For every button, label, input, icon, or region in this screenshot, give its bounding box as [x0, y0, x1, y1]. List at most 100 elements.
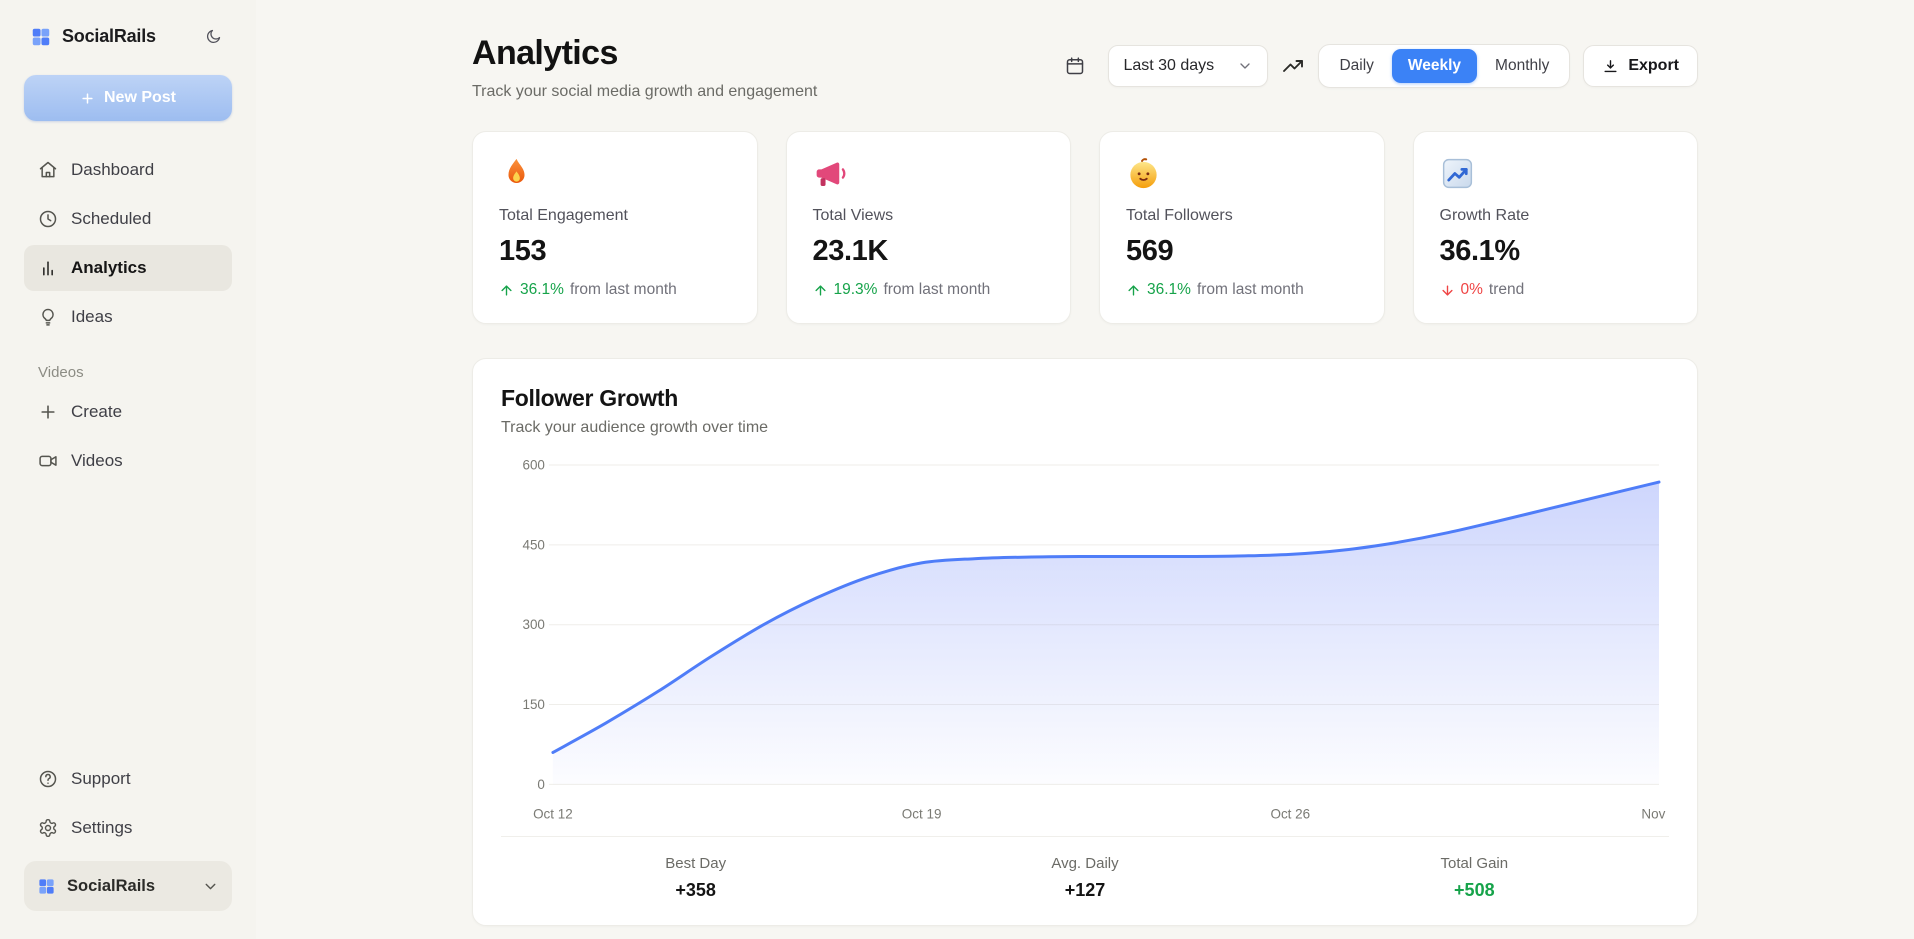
new-post-label: New Post: [104, 89, 176, 107]
plus-icon: [38, 402, 58, 422]
date-range-value: Last 30 days: [1123, 57, 1214, 75]
stat-delta: 36.1% from last month: [499, 281, 731, 299]
calendar-button[interactable]: [1055, 46, 1095, 86]
chevron-down-icon: [1237, 58, 1253, 74]
chart-summary: Best Day +358 Avg. Daily +127 Total Gain…: [501, 836, 1669, 901]
summary-value: +358: [501, 880, 890, 901]
page-title: Analytics: [472, 34, 817, 73]
summary-label: Total Gain: [1280, 855, 1669, 872]
stat-delta: 0% trend: [1440, 281, 1672, 299]
sidebar: SocialRails New Post Dashboard Scheduled…: [0, 0, 256, 939]
svg-text:600: 600: [522, 457, 544, 472]
export-button[interactable]: Export: [1583, 45, 1698, 87]
svg-text:Nov 2: Nov 2: [1641, 806, 1669, 821]
follower-growth-chart[interactable]: 0150300450600Oct 12Oct 19Oct 26Nov 2: [501, 449, 1669, 828]
dark-mode-toggle[interactable]: [201, 24, 226, 49]
sidebar-item-label: Create: [71, 402, 122, 422]
sidebar-item-label: Videos: [71, 451, 123, 471]
arrow-up-icon: [1126, 283, 1141, 298]
summary-value: +127: [890, 880, 1279, 901]
stat-value: 569: [1126, 235, 1358, 268]
page-header: Analytics Track your social media growth…: [472, 34, 1698, 101]
stat-value: 153: [499, 235, 731, 268]
stat-cards: Total Engagement 153 36.1% from last mon…: [472, 131, 1698, 324]
moon-icon: [205, 28, 222, 45]
stat-card-growth-rate: Growth Rate 36.1% 0% trend: [1413, 131, 1699, 324]
calendar-icon: [1065, 56, 1085, 76]
videos-section-label: Videos: [38, 364, 232, 381]
download-icon: [1602, 58, 1619, 75]
export-label: Export: [1628, 57, 1679, 75]
svg-text:Oct 19: Oct 19: [902, 806, 942, 821]
footer-nav: Support Settings: [24, 756, 232, 851]
period-weekly-button[interactable]: Weekly: [1392, 49, 1477, 83]
stat-delta-note: trend: [1489, 281, 1524, 299]
main-nav: Dashboard Scheduled Analytics Ideas: [24, 147, 232, 340]
stat-label: Growth Rate: [1440, 207, 1672, 225]
summary-value: +508: [1280, 880, 1669, 901]
summary-total-gain: Total Gain +508: [1280, 855, 1669, 901]
sidebar-item-scheduled[interactable]: Scheduled: [24, 196, 232, 242]
arrow-up-icon: [499, 283, 514, 298]
svg-text:Oct 12: Oct 12: [533, 806, 573, 821]
sidebar-item-ideas[interactable]: Ideas: [24, 294, 232, 340]
sidebar-item-create[interactable]: Create: [24, 389, 232, 435]
sidebar-item-label: Scheduled: [71, 209, 151, 229]
svg-text:300: 300: [522, 617, 544, 632]
stat-delta-pct: 0%: [1461, 281, 1483, 299]
fire-icon: [499, 156, 534, 191]
stat-label: Total Followers: [1126, 207, 1358, 225]
stat-card-engagement: Total Engagement 153 36.1% from last mon…: [472, 131, 758, 324]
stat-delta: 19.3% from last month: [813, 281, 1045, 299]
lightbulb-icon: [38, 307, 58, 327]
chart-increasing-icon: [1440, 156, 1475, 191]
svg-text:0: 0: [537, 777, 545, 792]
socialrails-logo-icon: [30, 26, 52, 48]
help-circle-icon: [38, 769, 58, 789]
megaphone-icon: [813, 156, 848, 191]
stat-label: Total Views: [813, 207, 1045, 225]
follower-growth-card: Follower Growth Track your audience grow…: [472, 358, 1698, 926]
chevron-down-icon: [202, 878, 219, 895]
sidebar-item-analytics[interactable]: Analytics: [24, 245, 232, 291]
summary-best-day: Best Day +358: [501, 855, 890, 901]
stat-card-followers: Total Followers 569 36.1% from last mont…: [1099, 131, 1385, 324]
sidebar-item-label: Settings: [71, 818, 132, 838]
video-camera-icon: [38, 451, 58, 471]
svg-text:150: 150: [522, 697, 544, 712]
main-area: Analytics Track your social media growth…: [256, 0, 1914, 939]
videos-nav: Create Videos: [24, 389, 232, 484]
bar-chart-icon: [38, 258, 58, 278]
sidebar-item-dashboard[interactable]: Dashboard: [24, 147, 232, 193]
socialrails-logo-icon: [37, 877, 56, 896]
app-logo: SocialRails: [30, 26, 156, 48]
stat-label: Total Engagement: [499, 207, 731, 225]
arrow-down-icon: [1440, 283, 1455, 298]
stat-value: 36.1%: [1440, 235, 1672, 268]
period-daily-button[interactable]: Daily: [1323, 49, 1389, 83]
arrow-up-icon: [813, 283, 828, 298]
stat-delta-note: from last month: [883, 281, 990, 299]
sidebar-item-videos[interactable]: Videos: [24, 438, 232, 484]
stat-card-views: Total Views 23.1K 19.3% from last month: [786, 131, 1072, 324]
sidebar-item-support[interactable]: Support: [24, 756, 232, 802]
date-range-select[interactable]: Last 30 days: [1108, 45, 1268, 87]
chart-subtitle: Track your audience growth over time: [501, 419, 1669, 437]
stat-delta-note: from last month: [1197, 281, 1304, 299]
trending-up-icon: [1281, 54, 1305, 78]
period-monthly-button[interactable]: Monthly: [1479, 49, 1565, 83]
account-name: SocialRails: [67, 877, 191, 896]
account-switcher[interactable]: SocialRails: [24, 861, 232, 911]
sidebar-item-label: Analytics: [71, 258, 147, 278]
stat-delta: 36.1% from last month: [1126, 281, 1358, 299]
logo-row: SocialRails: [24, 24, 232, 49]
svg-text:Oct 26: Oct 26: [1270, 806, 1310, 821]
sidebar-spacer: [24, 484, 232, 756]
stat-delta-pct: 19.3%: [834, 281, 878, 299]
gear-icon: [38, 818, 58, 838]
period-segmented-control: Daily Weekly Monthly: [1318, 44, 1570, 88]
new-post-button[interactable]: New Post: [24, 75, 232, 121]
home-icon: [38, 160, 58, 180]
sidebar-item-settings[interactable]: Settings: [24, 805, 232, 851]
summary-label: Avg. Daily: [890, 855, 1279, 872]
